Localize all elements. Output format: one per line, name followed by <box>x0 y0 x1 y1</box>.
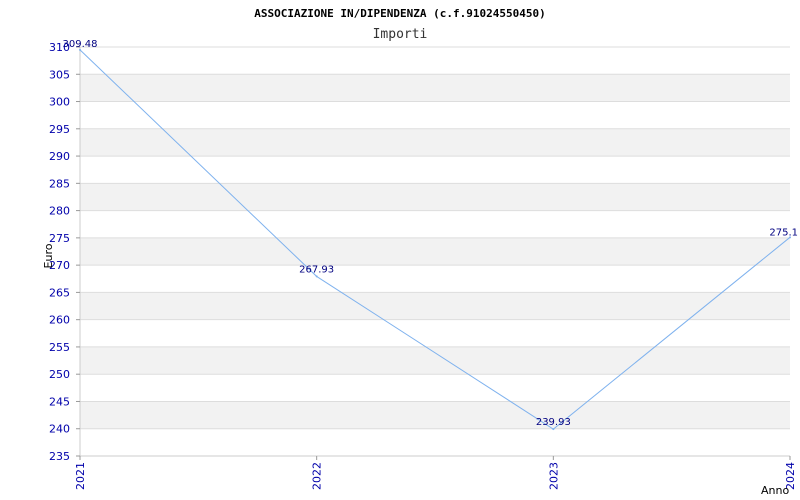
chart-subtitle: Importi <box>373 27 428 42</box>
grid-band <box>80 237 790 266</box>
y-tick-label: 245 <box>49 395 70 408</box>
y-tick-label: 300 <box>49 96 70 109</box>
grid-band <box>80 101 790 129</box>
grid-band <box>80 428 790 456</box>
chart-title: ASSOCIAZIONE IN/DIPENDENZA (c.f.91024550… <box>254 7 545 20</box>
data-point <box>315 275 318 278</box>
data-label: 309.48 <box>63 39 98 50</box>
grid-band <box>80 292 790 320</box>
grid-band <box>80 374 790 402</box>
grid-band <box>80 74 790 102</box>
chart-canvas: ASSOCIAZIONE IN/DIPENDENZA (c.f.91024550… <box>42 7 798 497</box>
grid-band <box>80 47 790 75</box>
y-tick-label: 295 <box>49 123 70 136</box>
x-axis-title: Anno <box>761 484 789 497</box>
y-tick-label: 250 <box>49 368 70 381</box>
y-tick-label: 280 <box>49 205 70 218</box>
grid-band <box>80 210 790 238</box>
data-label: 275.1 <box>769 227 798 238</box>
y-axis-title: Euro <box>42 243 55 268</box>
data-label: 239.93 <box>536 417 571 428</box>
data-point <box>552 428 555 431</box>
grid-band <box>80 346 790 375</box>
y-tick-label: 240 <box>49 423 70 436</box>
y-tick-label: 260 <box>49 314 70 327</box>
x-tick-label: 2022 <box>311 462 324 490</box>
y-tick-label: 255 <box>49 341 70 354</box>
data-label: 267.93 <box>299 264 334 275</box>
y-tick-label: 285 <box>49 177 70 190</box>
grid-bands <box>80 47 790 456</box>
grid-band <box>80 401 790 429</box>
grid-band <box>80 156 790 184</box>
y-tick-label: 305 <box>49 68 70 81</box>
grid-band <box>80 265 790 293</box>
x-tick-label: 2023 <box>547 462 560 490</box>
y-tick-label: 275 <box>49 232 70 245</box>
grid-band <box>80 183 790 211</box>
y-tick-label: 265 <box>49 286 70 299</box>
x-tick-label: 2021 <box>74 462 87 490</box>
y-tick-label: 235 <box>49 450 70 463</box>
y-tick-label: 290 <box>49 150 70 163</box>
x-axis-ticks: 2021 2022 2023 2024 <box>74 456 797 490</box>
